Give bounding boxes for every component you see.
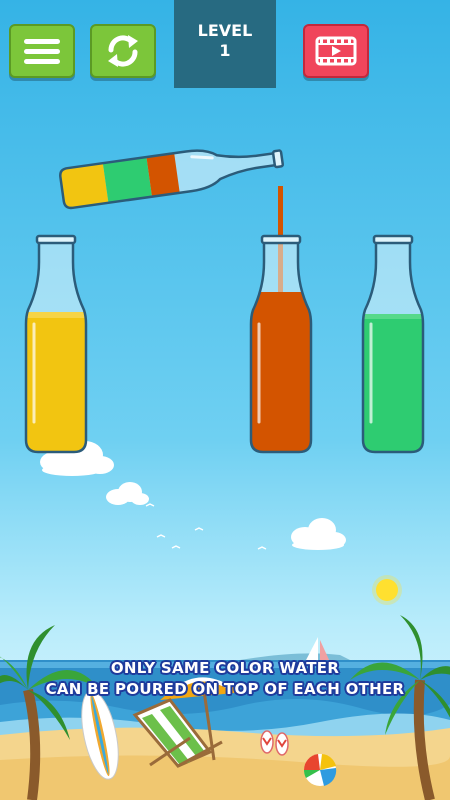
game-scene: LEVEL 1 ONLY SAME COLOR WATER CAN BE POU… bbox=[0, 0, 450, 800]
bottle-green[interactable] bbox=[353, 232, 433, 454]
hint-line-2: CAN BE POURED ON TOP OF EACH OTHER bbox=[45, 680, 405, 698]
liquid-orange bbox=[251, 292, 311, 452]
bottle-orange[interactable] bbox=[241, 232, 321, 454]
pouring-bottle[interactable] bbox=[57, 133, 292, 215]
liquid-yellow bbox=[26, 312, 86, 452]
hint-line-1: ONLY SAME COLOR WATER bbox=[110, 659, 340, 677]
liquid-green bbox=[363, 314, 423, 452]
bottle-yellow[interactable] bbox=[16, 232, 96, 454]
